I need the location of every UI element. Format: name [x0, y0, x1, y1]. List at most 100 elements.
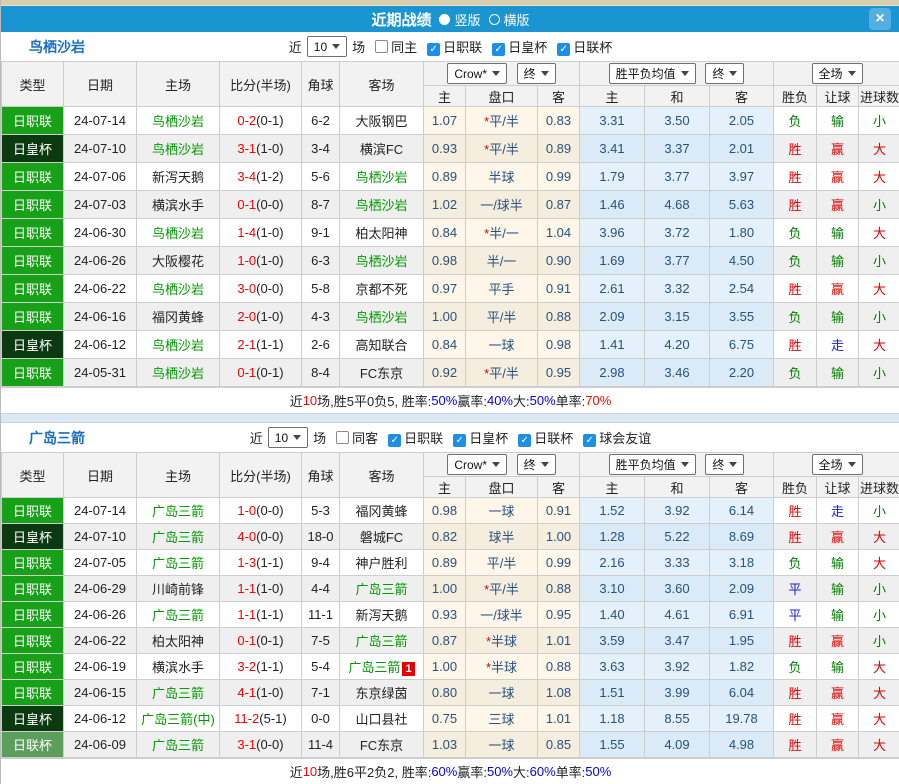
summary-part: 50% — [585, 764, 611, 779]
away-odds-cell: 1.01 — [538, 628, 580, 654]
match-row: 日职联24-06-16福冈黄蜂2-0(1-0)4-3鸟栖沙岩1.00平/半0.8… — [2, 303, 899, 331]
league-type-cell: 日职联 — [2, 498, 64, 524]
wdl-result-cell: 胜 — [774, 706, 817, 732]
match-row: 日职联24-06-19横滨水手3-2(1-1)5-4广岛三箭11.00*半球0.… — [2, 654, 899, 680]
corner-cell: 8-7 — [302, 191, 340, 219]
wdl-result-cell: 平 — [774, 576, 817, 602]
col-avg-draw: 和 — [645, 477, 710, 498]
away-team-cell: 横滨FC — [340, 135, 424, 163]
league-filter-label[interactable]: 日皇杯 — [508, 40, 547, 55]
home-odds-cell: 0.92 — [424, 359, 466, 387]
wdl-result-cell: 负 — [774, 107, 817, 135]
corner-cell: 7-5 — [302, 628, 340, 654]
avg-away-cell: 6.14 — [710, 498, 774, 524]
avg-home-cell: 1.18 — [580, 706, 645, 732]
league-type-cell: 日职联 — [2, 247, 64, 275]
same-away-checkbox[interactable] — [336, 431, 349, 444]
corner-cell: 11-4 — [302, 732, 340, 758]
scope-select[interactable]: 全场 — [812, 63, 863, 84]
chevron-down-icon — [729, 71, 737, 76]
league-filter-checkbox[interactable]: ✓ — [453, 434, 466, 447]
avg-draw-cell: 3.32 — [645, 275, 710, 303]
handicap-result-cell: 赢 — [817, 163, 859, 191]
wdl-avg-select[interactable]: 胜平负均值 — [609, 63, 696, 84]
goals-result-cell: 大 — [859, 135, 899, 163]
league-filter-checkbox[interactable]: ✓ — [427, 43, 440, 56]
odds-final-select[interactable]: 终 — [517, 63, 556, 84]
team2-summary-line: 近10场,胜6平2负2, 胜率:60% 赢率:50% 大:60% 单率:50% — [1, 758, 899, 784]
summary-part: 大: — [513, 391, 530, 410]
league-filter-label[interactable]: 日职联 — [443, 40, 482, 55]
away-odds-cell: 0.91 — [538, 498, 580, 524]
handicap-name: 一球 — [488, 338, 514, 353]
away-team-name: 横滨FC — [360, 142, 403, 157]
handicap-cell: 平手 — [466, 275, 538, 303]
odds-final-select[interactable]: 终 — [517, 454, 556, 475]
away-odds-cell: 1.04 — [538, 219, 580, 247]
league-filter-label[interactable]: 日联杯 — [534, 431, 573, 446]
wdl-result-cell: 平 — [774, 602, 817, 628]
handicap-cell: 球半 — [466, 524, 538, 550]
fulltime-score: 0-1 — [237, 633, 256, 648]
handicap-cell: 一球 — [466, 732, 538, 758]
league-filter-label[interactable]: 日皇杯 — [469, 431, 508, 446]
avg-away-cell: 3.55 — [710, 303, 774, 331]
home-team-cell: 大阪樱花 — [137, 247, 220, 275]
col-corner: 角球 — [302, 453, 340, 498]
corner-cell: 9-4 — [302, 550, 340, 576]
corner-cell: 4-3 — [302, 303, 340, 331]
league-filter-checkbox[interactable]: ✓ — [388, 434, 401, 447]
league-filter-checkbox[interactable]: ✓ — [492, 43, 505, 56]
wdl-result-cell: 负 — [774, 550, 817, 576]
wdl-final-select[interactable]: 终 — [705, 454, 744, 475]
match-count-select[interactable]: 10 — [307, 36, 347, 57]
halftime-score: (0-0) — [256, 281, 283, 296]
vertical-layout-label[interactable]: 竖版 — [454, 10, 480, 29]
date-cell: 24-05-31 — [64, 359, 137, 387]
avg-draw-cell: 3.77 — [645, 163, 710, 191]
odds-source-select[interactable]: Crow* — [447, 454, 507, 475]
odds-source-select[interactable]: Crow* — [447, 63, 507, 84]
league-filter-label[interactable]: 日职联 — [404, 431, 443, 446]
fulltime-score: 3-1 — [237, 141, 256, 156]
same-home-label[interactable]: 同主 — [391, 37, 417, 56]
away-odds-cell: 1.00 — [538, 524, 580, 550]
halftime-score: (0-0) — [256, 737, 283, 752]
fulltime-score: 4-0 — [237, 529, 256, 544]
match-count-select[interactable]: 10 — [268, 427, 308, 448]
league-filter-label[interactable]: 日联杯 — [573, 40, 612, 55]
col-home: 主场 — [137, 62, 220, 107]
handicap-result-cell: 赢 — [817, 628, 859, 654]
fulltime-score: 4-1 — [237, 685, 256, 700]
date-cell: 24-06-26 — [64, 247, 137, 275]
away-team-cell: FC东京 — [340, 732, 424, 758]
wdl-avg-select[interactable]: 胜平负均值 — [609, 454, 696, 475]
summary-part: 赢率: — [457, 391, 487, 410]
avg-home-cell: 3.63 — [580, 654, 645, 680]
away-team-cell: 大阪钢巴 — [340, 107, 424, 135]
summary-part: 10 — [303, 393, 317, 408]
halftime-score: (1-1) — [256, 337, 283, 352]
scope-select[interactable]: 全场 — [812, 454, 863, 475]
league-filter-label[interactable]: 球会友谊 — [599, 431, 651, 446]
vertical-layout-radio[interactable] — [439, 14, 450, 25]
scope-group-header: 全场 — [774, 62, 899, 86]
modal-title: 近期战绩 — [371, 9, 431, 30]
avg-home-cell: 2.16 — [580, 550, 645, 576]
wdl-final-select[interactable]: 终 — [705, 63, 744, 84]
away-team-name: 柏太阳神 — [355, 226, 407, 241]
league-filter-checkbox[interactable]: ✓ — [583, 434, 596, 447]
league-filter-checkbox[interactable]: ✓ — [557, 43, 570, 56]
team2-filter-row: 广岛三箭 近 10 场 同客 ✓日职联✓日皇杯✓日联杯✓球会友谊 — [1, 423, 899, 452]
horizontal-layout-radio[interactable] — [489, 14, 500, 25]
away-team-cell: 鸟栖沙岩 — [340, 303, 424, 331]
corner-cell: 0-0 — [302, 706, 340, 732]
league-filter-checkbox[interactable]: ✓ — [518, 434, 531, 447]
away-team-name: 广岛三箭 — [348, 660, 400, 675]
horizontal-layout-label[interactable]: 横版 — [504, 10, 530, 29]
away-team-name: 广岛三箭 — [355, 582, 407, 597]
col-avg-home: 主 — [580, 477, 645, 498]
close-icon[interactable]: × — [869, 8, 891, 30]
same-away-label[interactable]: 同客 — [352, 428, 378, 447]
same-home-checkbox[interactable] — [375, 40, 388, 53]
